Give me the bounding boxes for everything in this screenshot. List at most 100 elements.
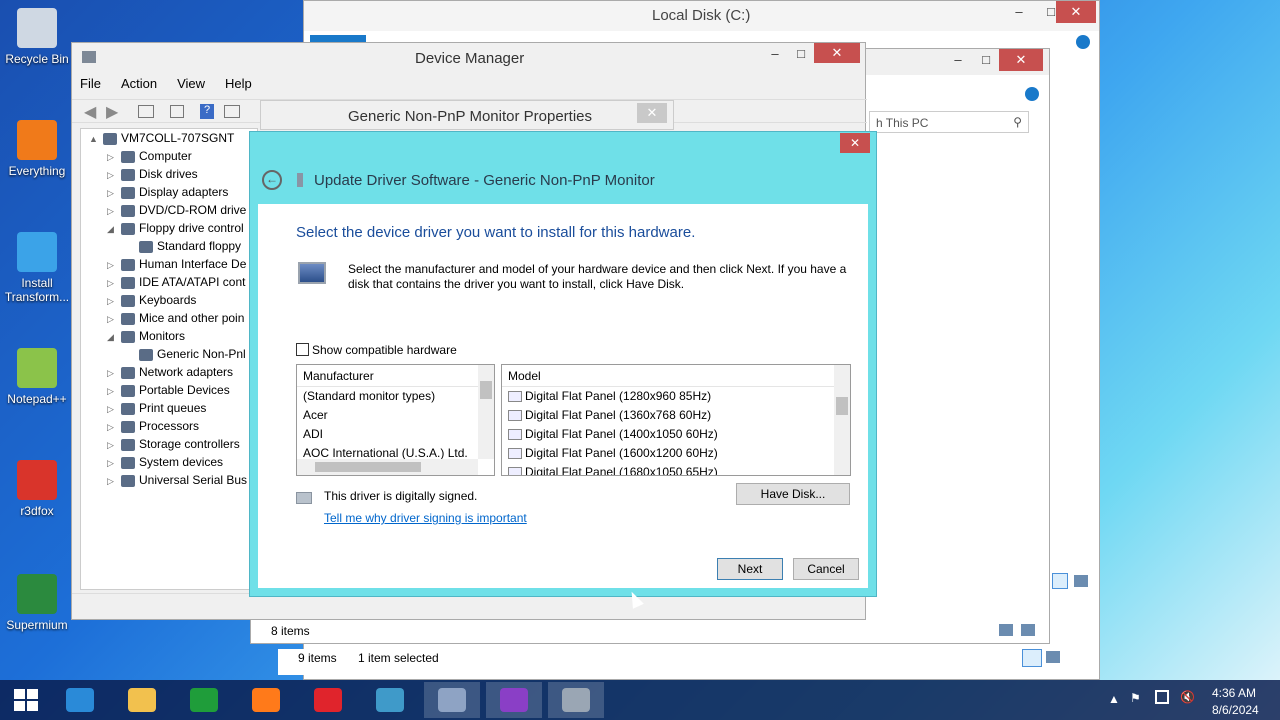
clock-date[interactable]: 8/6/2024 [1212, 703, 1259, 717]
tree-item[interactable]: ▷ DVD/CD-ROM drive [81, 201, 257, 219]
help-icon[interactable] [1076, 35, 1090, 49]
manufacturer-item[interactable]: ADI [297, 425, 494, 444]
driver-signing-link[interactable]: Tell me why driver signing is important [324, 511, 527, 525]
tree-item[interactable]: ▷ Mice and other poin [81, 309, 257, 327]
close-button[interactable]: ✕ [1056, 1, 1096, 23]
taskbar-app[interactable] [114, 682, 170, 718]
expand-arrow-icon[interactable]: ◢ [107, 328, 121, 345]
model-item[interactable]: Digital Flat Panel (1280x960 85Hz) [502, 387, 850, 406]
tree-item[interactable]: ▷ Print queues [81, 399, 257, 417]
maximize-button[interactable]: □ [971, 49, 1001, 71]
next-button[interactable]: Next [717, 558, 783, 580]
menu-item-action[interactable]: Action [121, 76, 157, 91]
expand-arrow-icon[interactable]: ▷ [107, 148, 121, 165]
tree-item[interactable]: ▷ Computer [81, 147, 257, 165]
expand-arrow-icon[interactable]: ▷ [107, 292, 121, 309]
tree-item[interactable]: ▷ Processors [81, 417, 257, 435]
tree-item[interactable]: ▷ Universal Serial Bus [81, 471, 257, 489]
desktop-icon[interactable]: Install Transform... [4, 232, 70, 304]
start-button[interactable] [14, 689, 38, 711]
clock-time[interactable]: 4:36 AM [1212, 686, 1256, 700]
minimize-button[interactable]: – [943, 49, 973, 71]
expand-arrow-icon[interactable]: ▷ [107, 418, 121, 435]
device-manager-title-bar[interactable]: Device Manager – □ ✕ [72, 43, 865, 73]
manufacturer-item[interactable]: (Standard monitor types) [297, 387, 494, 406]
view-details-icon[interactable] [1052, 573, 1068, 589]
taskbar-app[interactable] [176, 682, 232, 718]
help-icon[interactable] [1025, 87, 1039, 101]
expand-arrow-icon[interactable]: ▷ [107, 202, 121, 219]
menu-item-help[interactable]: Help [225, 76, 252, 91]
menu-item-file[interactable]: File [80, 76, 101, 91]
manufacturer-list[interactable]: Manufacturer (Standard monitor types) Ace… [296, 364, 495, 476]
taskbar-app[interactable] [52, 682, 108, 718]
tree-item[interactable]: ▷ Portable Devices [81, 381, 257, 399]
view-tiles-icon[interactable] [1046, 651, 1060, 663]
address-search-input[interactable]: h This PC ⚲ [869, 111, 1029, 133]
taskbar-app[interactable] [548, 682, 604, 718]
maximize-button[interactable]: □ [786, 43, 816, 65]
cancel-button[interactable]: Cancel [793, 558, 859, 580]
taskbar-app[interactable] [238, 682, 294, 718]
dialog-close-button[interactable]: ✕ [840, 133, 870, 153]
taskbar-app[interactable] [300, 682, 356, 718]
tree-item[interactable]: ▷ IDE ATA/ATAPI cont [81, 273, 257, 291]
view-tiles-icon[interactable] [1074, 575, 1088, 587]
tree-item[interactable]: ▷ Keyboards [81, 291, 257, 309]
view-icon[interactable] [224, 105, 240, 118]
back-arrow-icon[interactable]: ◀ [84, 102, 96, 122]
close-button[interactable]: ✕ [637, 103, 667, 123]
expand-arrow-icon[interactable]: ▷ [107, 472, 121, 489]
desktop-icon[interactable]: r3dfox [4, 460, 70, 518]
console-tree-icon[interactable] [138, 105, 154, 118]
taskbar-app[interactable] [424, 682, 480, 718]
volume-muted-icon[interactable]: 🔇 [1180, 690, 1195, 704]
expand-arrow-icon[interactable]: ▷ [107, 364, 121, 381]
manufacturer-vscrollbar[interactable] [478, 365, 494, 459]
model-item[interactable]: Digital Flat Panel (1600x1200 60Hz) [502, 444, 850, 463]
view-details-icon[interactable] [999, 624, 1013, 636]
back-button[interactable]: ← [262, 170, 282, 190]
close-button[interactable]: ✕ [999, 49, 1043, 71]
properties-icon[interactable] [170, 105, 184, 118]
scroll-thumb[interactable] [315, 462, 421, 472]
scroll-thumb[interactable] [836, 397, 848, 415]
tree-item[interactable]: Standard floppy [81, 237, 257, 255]
flag-icon[interactable]: ⚑ [1130, 691, 1141, 705]
menu-item-view[interactable]: View [177, 76, 205, 91]
model-item[interactable]: Digital Flat Panel (1680x1050 65Hz) [502, 463, 850, 475]
desktop-icon[interactable]: Notepad++ [4, 348, 70, 406]
device-tree[interactable]: ▲ VM7COLL-707SGNT ▷ Computer ▷ Disk drives ▷ Di… [80, 128, 258, 590]
tree-item[interactable]: ▷ Human Interface De [81, 255, 257, 273]
tray-arrow-icon[interactable]: ▲ [1108, 692, 1120, 706]
expand-arrow-icon[interactable]: ▷ [107, 184, 121, 201]
view-tiles-icon[interactable] [1021, 624, 1035, 636]
expand-arrow-icon[interactable]: ▷ [107, 436, 121, 453]
expand-arrow-icon[interactable]: ▷ [107, 382, 121, 399]
help-icon[interactable]: ? [200, 104, 214, 119]
expand-arrow-icon[interactable]: ▷ [107, 274, 121, 291]
tree-item[interactable]: ▷ System devices [81, 453, 257, 471]
tree-item[interactable]: ◢ Monitors [81, 327, 257, 345]
network-icon[interactable] [1155, 690, 1169, 704]
desktop-icon[interactable]: Recycle Bin [4, 8, 70, 66]
monitor-properties-window[interactable]: Generic Non-PnP Monitor Properties ✕ [260, 100, 674, 130]
tree-item[interactable]: ▷ Display adapters [81, 183, 257, 201]
tree-item[interactable]: ▷ Network adapters [81, 363, 257, 381]
have-disk-button[interactable]: Have Disk... [736, 483, 850, 505]
update-driver-dialog[interactable]: ✕ ← Update Driver Software - Generic Non… [249, 131, 877, 597]
manufacturer-item[interactable]: Acer [297, 406, 494, 425]
tree-item[interactable]: ▷ Storage controllers [81, 435, 257, 453]
forward-arrow-icon[interactable]: ▶ [106, 102, 118, 122]
minimize-button[interactable]: – [1004, 1, 1034, 23]
expand-arrow-icon[interactable]: ▷ [107, 310, 121, 327]
desktop-icon[interactable]: Supermium [4, 574, 70, 632]
model-item[interactable]: Digital Flat Panel (1400x1050 60Hz) [502, 425, 850, 444]
view-details-icon[interactable] [1022, 649, 1042, 667]
manufacturer-hscrollbar[interactable] [297, 459, 478, 475]
tree-item[interactable]: Generic Non-Pnl [81, 345, 257, 363]
expand-arrow-icon[interactable]: ▷ [107, 256, 121, 273]
scroll-thumb[interactable] [480, 381, 492, 399]
tree-item[interactable]: ▲ VM7COLL-707SGNT [81, 129, 257, 147]
model-list[interactable]: Model Digital Flat Panel (1280x960 85Hz)… [501, 364, 851, 476]
